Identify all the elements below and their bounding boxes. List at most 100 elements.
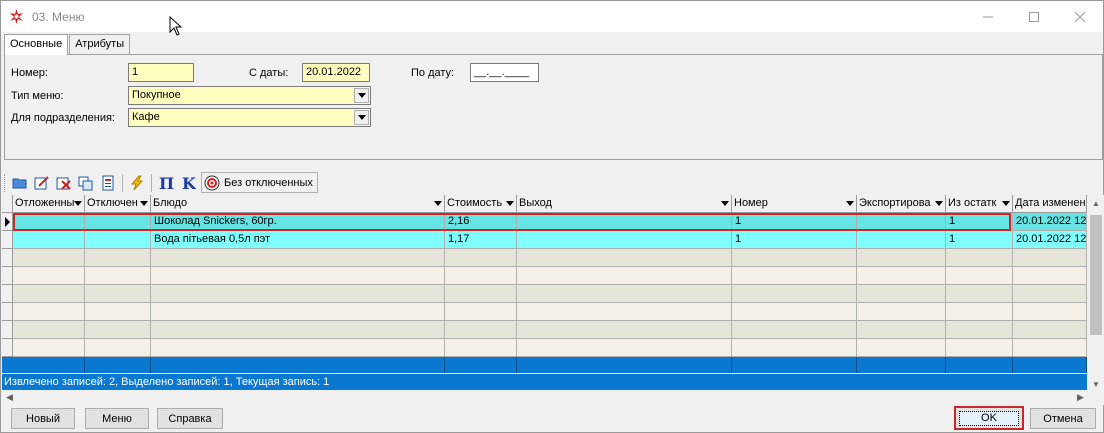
- table-cell[interactable]: [151, 249, 445, 267]
- column-header[interactable]: Блюдо: [151, 195, 445, 213]
- empty-table-row[interactable]: [2, 303, 1087, 321]
- chevron-down-icon[interactable]: [354, 110, 369, 125]
- table-cell[interactable]: [946, 285, 1013, 303]
- table-cell[interactable]: [857, 321, 946, 339]
- table-cell[interactable]: [732, 267, 857, 285]
- table-cell[interactable]: [1013, 321, 1087, 339]
- table-cell[interactable]: [1013, 249, 1087, 267]
- row-indicator[interactable]: [2, 231, 13, 249]
- empty-table-row[interactable]: [2, 249, 1087, 267]
- table-cell[interactable]: [151, 267, 445, 285]
- table-cell[interactable]: [517, 249, 732, 267]
- lightning-button[interactable]: [126, 172, 148, 194]
- table-cell[interactable]: [13, 339, 85, 357]
- table-cell[interactable]: [151, 321, 445, 339]
- cancel-button[interactable]: Отмена: [1030, 408, 1096, 429]
- ok-button[interactable]: OK: [954, 406, 1024, 430]
- table-cell[interactable]: [85, 321, 151, 339]
- table-cell[interactable]: [1013, 339, 1087, 357]
- maximize-button[interactable]: [1011, 1, 1057, 32]
- properties-button[interactable]: [97, 172, 119, 194]
- table-cell[interactable]: [85, 231, 151, 249]
- table-cell[interactable]: [85, 303, 151, 321]
- table-cell[interactable]: Шоколад Snickers, 60гр.: [151, 213, 445, 231]
- scroll-thumb[interactable]: [1090, 215, 1102, 335]
- copy-button[interactable]: [75, 172, 97, 194]
- table-cell[interactable]: 1: [732, 213, 857, 231]
- table-cell[interactable]: [13, 249, 85, 267]
- horizontal-scrollbar[interactable]: ◀ ▶: [2, 390, 1104, 405]
- column-header[interactable]: Отложенны: [13, 195, 85, 213]
- table-cell[interactable]: 1: [946, 213, 1013, 231]
- table-cell[interactable]: [732, 249, 857, 267]
- scroll-left-icon[interactable]: ◀: [2, 390, 17, 405]
- empty-table-row[interactable]: [2, 285, 1087, 303]
- table-cell[interactable]: [445, 249, 517, 267]
- open-button[interactable]: [9, 172, 31, 194]
- column-header[interactable]: Из остатк: [946, 195, 1013, 213]
- row-indicator[interactable]: [2, 249, 13, 267]
- table-cell[interactable]: [517, 339, 732, 357]
- table-cell[interactable]: [85, 357, 151, 373]
- row-indicator[interactable]: [2, 321, 13, 339]
- table-cell[interactable]: [517, 303, 732, 321]
- table-cell[interactable]: [732, 285, 857, 303]
- scroll-up-icon[interactable]: ▲: [1088, 195, 1104, 211]
- table-cell[interactable]: [1013, 357, 1087, 373]
- table-cell[interactable]: [13, 231, 85, 249]
- table-cell[interactable]: [517, 231, 732, 249]
- menu-type-select[interactable]: Покупное: [128, 86, 371, 105]
- table-cell[interactable]: [445, 267, 517, 285]
- table-row[interactable]: Вода пітьевая 0,5л пэт 1,17 1 1 20.01.2022 1…: [2, 231, 1087, 249]
- table-cell[interactable]: [517, 213, 732, 231]
- empty-table-row[interactable]: [2, 339, 1087, 357]
- table-cell[interactable]: [857, 285, 946, 303]
- pi-button[interactable]: П: [155, 172, 177, 194]
- table-cell[interactable]: [151, 285, 445, 303]
- empty-table-row[interactable]: [2, 267, 1087, 285]
- vertical-scrollbar[interactable]: ▲ ▼: [1088, 195, 1104, 392]
- table-cell[interactable]: [946, 303, 1013, 321]
- table-cell[interactable]: [13, 303, 85, 321]
- help-button[interactable]: Справка: [157, 408, 223, 429]
- table-cell[interactable]: [946, 321, 1013, 339]
- table-cell[interactable]: [445, 285, 517, 303]
- new-button[interactable]: Новый: [11, 408, 75, 429]
- department-select[interactable]: Кафе: [128, 108, 371, 127]
- table-row[interactable]: Шоколад Snickers, 60гр. 2,16 1 1 20.01.2022 …: [2, 213, 1087, 231]
- column-header[interactable]: Дата изменен: [1013, 195, 1087, 213]
- table-cell[interactable]: [445, 357, 517, 373]
- table-cell[interactable]: [13, 321, 85, 339]
- table-cell[interactable]: 1: [732, 231, 857, 249]
- row-indicator[interactable]: [2, 213, 13, 231]
- edit-button[interactable]: [31, 172, 53, 194]
- row-indicator[interactable]: [2, 339, 13, 357]
- table-cell[interactable]: [13, 285, 85, 303]
- table-cell[interactable]: [857, 213, 946, 231]
- table-cell[interactable]: [517, 267, 732, 285]
- table-cell[interactable]: [946, 249, 1013, 267]
- table-cell[interactable]: [732, 303, 857, 321]
- table-cell[interactable]: [13, 213, 85, 231]
- table-cell[interactable]: [85, 249, 151, 267]
- table-cell[interactable]: [732, 321, 857, 339]
- table-cell[interactable]: [517, 321, 732, 339]
- table-cell[interactable]: [857, 357, 946, 373]
- table-cell[interactable]: [517, 285, 732, 303]
- table-cell[interactable]: [857, 249, 946, 267]
- column-header[interactable]: Номер: [732, 195, 857, 213]
- table-cell[interactable]: 2,16: [445, 213, 517, 231]
- column-header[interactable]: Отключен: [85, 195, 151, 213]
- delete-button[interactable]: [53, 172, 75, 194]
- table-cell[interactable]: [946, 339, 1013, 357]
- empty-table-row[interactable]: [2, 321, 1087, 339]
- table-cell[interactable]: [151, 339, 445, 357]
- table-cell[interactable]: [946, 267, 1013, 285]
- table-cell[interactable]: [857, 267, 946, 285]
- table-cell[interactable]: [857, 303, 946, 321]
- table-cell[interactable]: Вода пітьевая 0,5л пэт: [151, 231, 445, 249]
- minimize-button[interactable]: [965, 1, 1011, 32]
- row-indicator[interactable]: [2, 285, 13, 303]
- table-cell[interactable]: [445, 339, 517, 357]
- date-from-field[interactable]: 20.01.2022: [302, 63, 370, 82]
